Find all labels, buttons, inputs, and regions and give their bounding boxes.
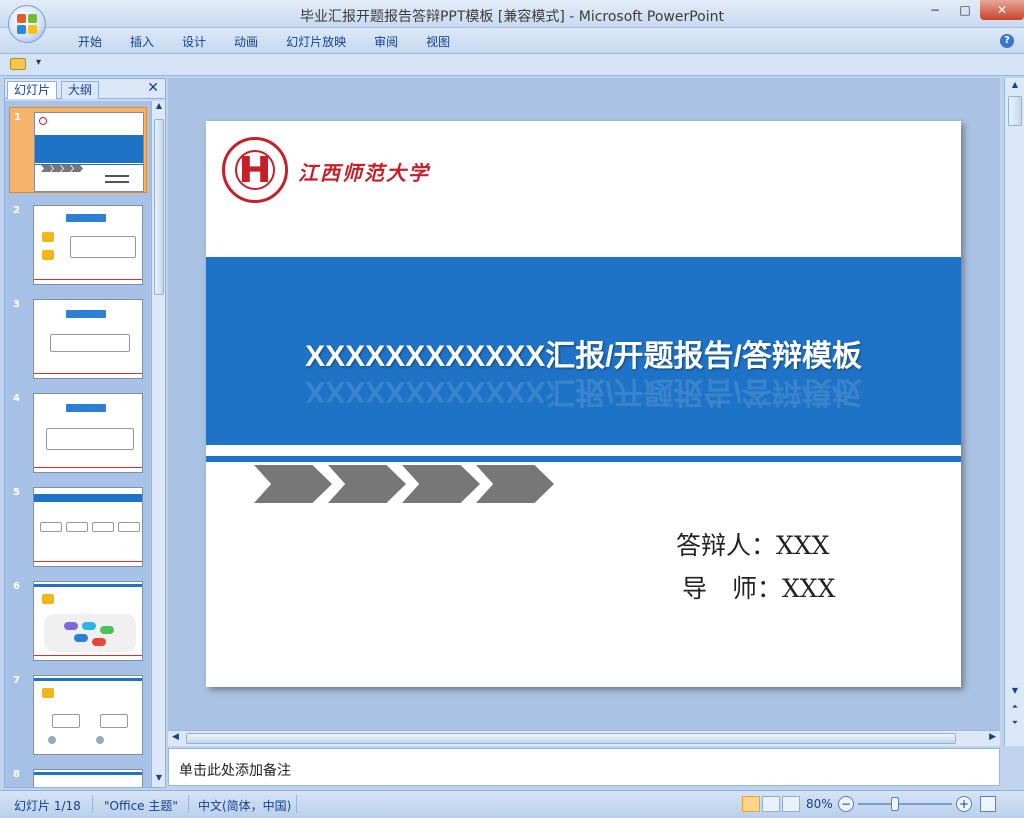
slide-thumbnail-4[interactable]: 4 <box>9 389 147 475</box>
scroll-up-icon[interactable]: ▲ <box>152 101 166 115</box>
window-title: 毕业汇报开题报告答辩PPT模板 [兼容模式] - Microsoft Power… <box>299 9 724 25</box>
notes-placeholder: 单击此处添加备注 <box>179 763 291 779</box>
thumbnail-preview <box>33 393 143 473</box>
zoom-level[interactable]: 80% <box>806 797 833 811</box>
ribbon-tabs: 开始 插入 设计 动画 幻灯片放映 审阅 视图 <box>64 33 464 50</box>
scroll-down-icon[interactable]: ▼ <box>152 773 166 787</box>
slide-number: 8 <box>13 769 20 780</box>
maximize-button[interactable]: □ <box>950 0 980 20</box>
scroll-right-icon[interactable]: ▶ <box>989 732 996 742</box>
slide-number: 2 <box>13 205 20 216</box>
ribbon-tabs-bar: 开始 插入 设计 动画 幻灯片放映 审阅 视图 ? <box>0 28 1024 54</box>
slide-sorter-view-icon[interactable] <box>762 796 780 812</box>
scroll-up-icon[interactable]: ▲ <box>1008 80 1022 92</box>
university-seal-icon <box>222 137 288 203</box>
slide-number: 5 <box>13 487 20 498</box>
tab-insert[interactable]: 插入 <box>116 33 168 50</box>
zoom-in-button[interactable]: + <box>956 796 972 812</box>
theme-name: "Office 主题" <box>104 799 178 813</box>
slide-thumbnail-3[interactable]: 3 <box>9 295 147 381</box>
scroll-left-icon[interactable]: ◀ <box>172 732 179 742</box>
scrollbar-thumb[interactable] <box>1008 96 1022 126</box>
help-icon[interactable]: ? <box>1000 34 1014 48</box>
minimize-button[interactable]: − <box>920 0 950 20</box>
status-bar: 幻灯片 1/18 "Office 主题" 中文(简体，中国) 80% − + <box>0 790 1024 818</box>
qat-dropdown-icon[interactable]: ▾ <box>36 57 41 68</box>
slide-title-reflection: XXXXXXXXXXXX汇报/开题报告/答辩模板 <box>305 375 862 408</box>
scrollbar-thumb[interactable] <box>154 119 164 295</box>
thumbnail-preview <box>34 112 144 192</box>
slide-thumbnail-8[interactable]: 8 <box>9 765 147 787</box>
slide-number: 3 <box>13 299 20 310</box>
previous-slide-icon[interactable]: ⏶ <box>1008 702 1022 714</box>
chevron-arrow-icon <box>402 465 480 503</box>
thumbnail-preview <box>33 487 143 567</box>
tab-slides[interactable]: 幻灯片 <box>7 81 58 99</box>
tab-slideshow[interactable]: 幻灯片放映 <box>272 33 360 50</box>
office-logo-icon <box>17 14 37 34</box>
tab-review[interactable]: 审阅 <box>360 33 412 50</box>
slide-number: 7 <box>13 675 20 686</box>
tab-animations[interactable]: 动画 <box>220 33 272 50</box>
slides-panel: 幻灯片 大纲 ✕ 1 2 3 4 5 6 7 8 ▲ ▼ <box>4 78 166 788</box>
notes-pane[interactable]: 单击此处添加备注 <box>168 748 1000 786</box>
next-slide-icon[interactable]: ⏷ <box>1008 718 1022 730</box>
defender-text[interactable]: 答辩人：XXX <box>676 526 829 562</box>
slide-thumbnails: 1 2 3 4 5 6 7 8 <box>5 101 151 787</box>
window-controls: − □ ✕ <box>920 0 1024 20</box>
slide-counter: 幻灯片 1/18 <box>14 799 81 813</box>
panel-close-icon[interactable]: ✕ <box>147 80 159 96</box>
thumbnail-preview <box>33 205 143 285</box>
slideshow-view-icon[interactable] <box>782 796 800 812</box>
open-folder-icon[interactable] <box>10 58 26 70</box>
slide-title[interactable]: XXXXXXXXXXXX汇报/开题报告/答辩模板 <box>206 331 961 375</box>
slide-number: 1 <box>14 112 21 123</box>
tab-design[interactable]: 设计 <box>168 33 220 50</box>
panel-tabs: 幻灯片 大纲 ✕ <box>5 79 165 99</box>
tab-outline[interactable]: 大纲 <box>61 81 100 99</box>
thumbnails-scrollbar[interactable]: ▲ ▼ <box>151 101 165 787</box>
slide-vertical-scrollbar[interactable]: ▲ ▼ ⏶ ⏷ <box>1004 78 1024 746</box>
scrollbar-thumb[interactable] <box>186 733 956 744</box>
advisor-text[interactable]: 导 师：XXX <box>682 569 835 605</box>
university-name: 江西师范大学 <box>298 161 430 185</box>
language-indicator[interactable]: 中文(简体，中国) <box>198 797 291 814</box>
thumbnail-preview <box>33 581 143 661</box>
thumbnail-preview <box>33 675 143 755</box>
tab-home[interactable]: 开始 <box>64 33 116 50</box>
chevron-arrow-icon <box>328 465 406 503</box>
zoom-slider-handle[interactable] <box>891 797 899 811</box>
fit-to-window-icon[interactable] <box>980 796 996 812</box>
thumbnail-preview <box>33 769 143 787</box>
slide-thumbnail-6[interactable]: 6 <box>9 577 147 663</box>
close-button[interactable]: ✕ <box>980 0 1024 20</box>
quick-access-toolbar: ▾ <box>0 54 1024 76</box>
slide-thumbnail-2[interactable]: 2 <box>9 201 147 287</box>
slide-number: 4 <box>13 393 20 404</box>
slide-horizontal-scrollbar[interactable]: ◀ ▶ <box>168 730 1000 746</box>
blue-stripe <box>206 456 961 462</box>
thumbnail-preview <box>33 299 143 379</box>
title-bar: 毕业汇报开题报告答辩PPT模板 [兼容模式] - Microsoft Power… <box>0 0 1024 28</box>
chevron-arrow-icon <box>476 465 554 503</box>
zoom-out-button[interactable]: − <box>838 796 854 812</box>
slide-number: 6 <box>13 581 20 592</box>
scroll-down-icon[interactable]: ▼ <box>1008 686 1022 698</box>
slide-thumbnail-5[interactable]: 5 <box>9 483 147 569</box>
zoom-slider-track[interactable] <box>858 803 952 805</box>
tab-view[interactable]: 视图 <box>412 33 464 50</box>
slide-thumbnail-1[interactable]: 1 <box>9 107 147 193</box>
current-slide[interactable]: 江西师范大学 XXXXXXXXXXXX汇报/开题报告/答辩模板 XXXXXXXX… <box>206 121 961 687</box>
slide-thumbnail-7[interactable]: 7 <box>9 671 147 757</box>
office-button[interactable] <box>8 5 46 43</box>
normal-view-icon[interactable] <box>742 796 760 812</box>
chevron-arrow-icon <box>254 465 332 503</box>
